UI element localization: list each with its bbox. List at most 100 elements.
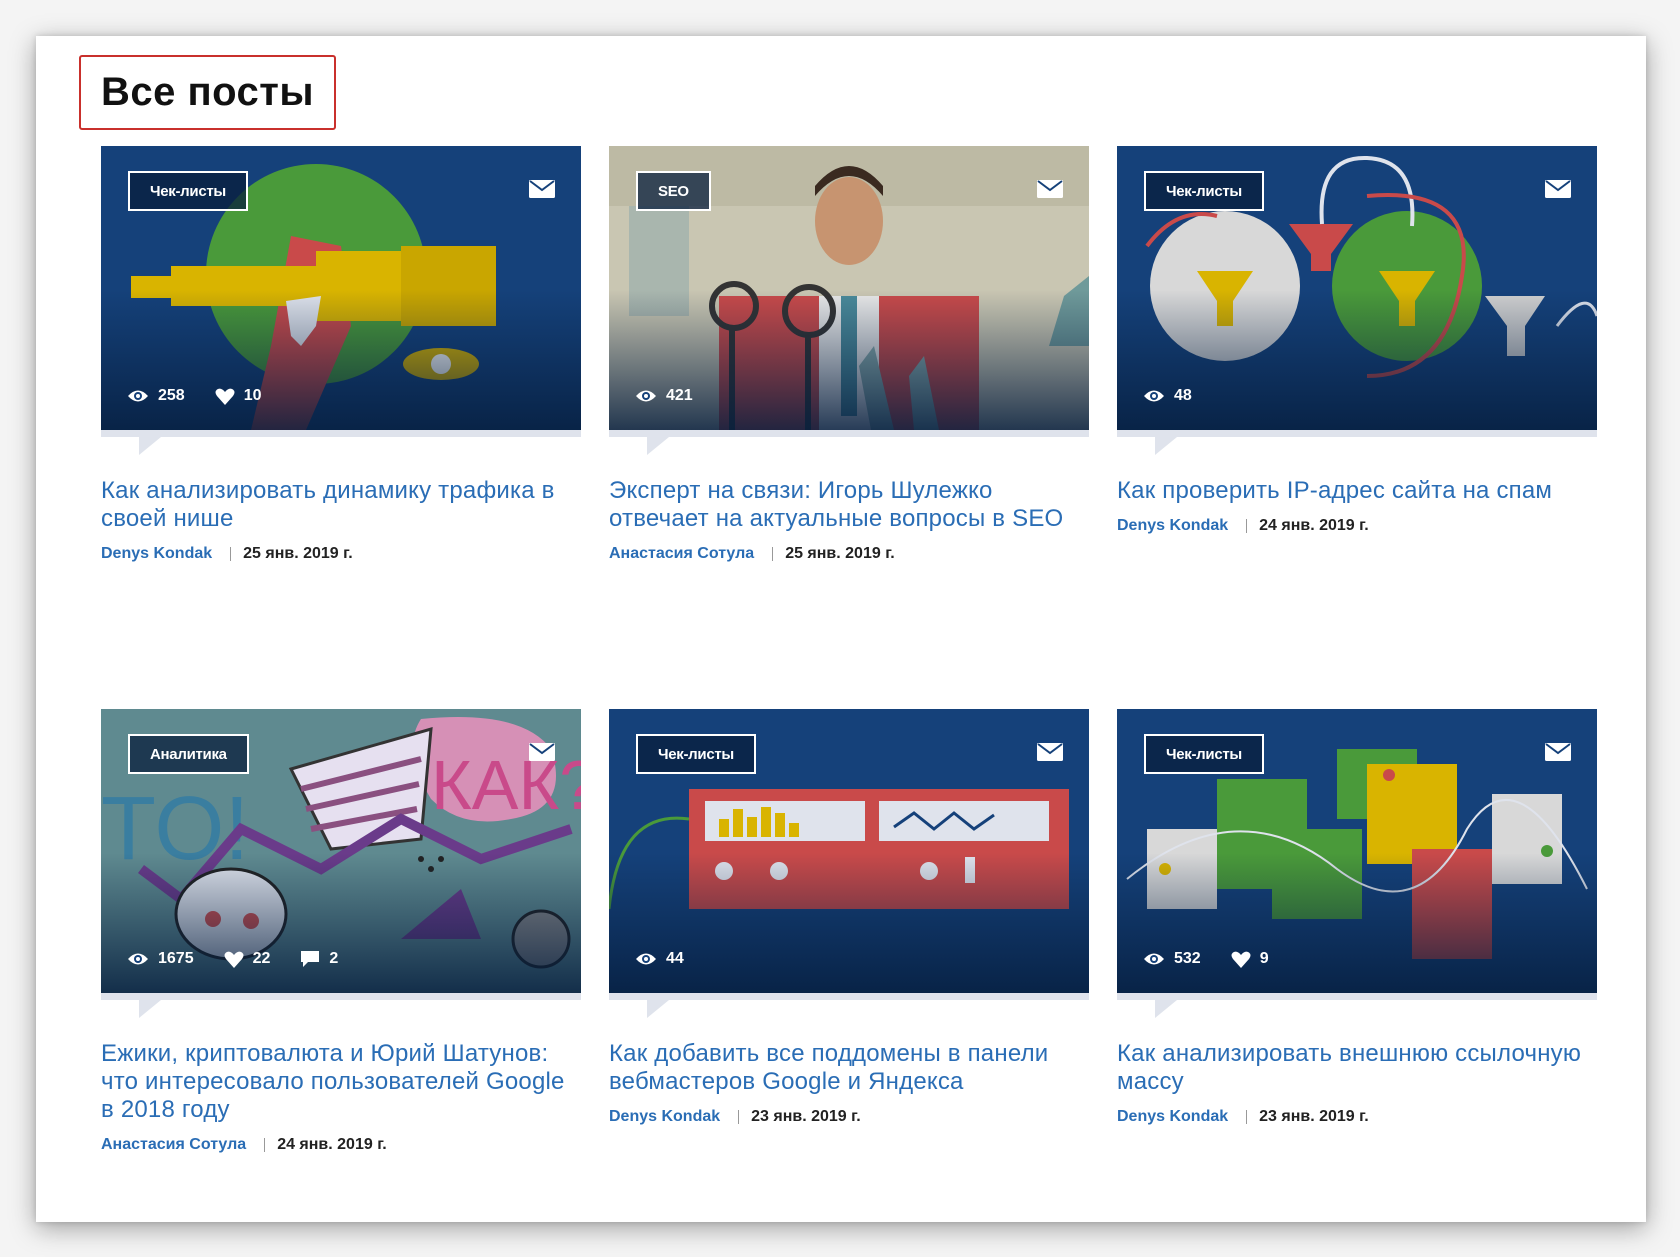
likes-stat: 22	[224, 950, 271, 968]
meta-separator	[738, 1110, 740, 1124]
meta-separator	[772, 547, 774, 561]
eye-icon	[1143, 389, 1165, 403]
author-link[interactable]: Denys Kondak	[1117, 517, 1228, 535]
mail-icon[interactable]	[1037, 180, 1063, 198]
post-thumbnail[interactable]: TO! КАК? Аналитика 1675222	[101, 709, 581, 993]
post-card[interactable]: SEO 421 Эксперт на связи: Игорь Шулежко …	[609, 146, 1089, 563]
author-link[interactable]: Анастасия Сотула	[609, 545, 754, 563]
comments-count: 2	[329, 950, 339, 967]
likes-count: 10	[243, 387, 262, 404]
views-count: 532	[1174, 950, 1201, 967]
post-meta: Анастасия Сотула 24 янв. 2019 г.	[101, 1136, 581, 1154]
likes-stat: 10	[215, 387, 262, 405]
post-date: 25 янв. 2019 г.	[785, 545, 895, 562]
mail-icon[interactable]	[1037, 743, 1063, 761]
thumbnail-shade	[1117, 290, 1597, 430]
thumbnail-shade	[101, 853, 581, 993]
author-link[interactable]: Denys Kondak	[609, 1108, 720, 1126]
eye-icon	[635, 952, 657, 966]
card-notch	[139, 1000, 161, 1018]
post-thumbnail[interactable]: Чек-листы 44	[609, 709, 1089, 993]
card-notch	[647, 437, 669, 455]
post-title-link[interactable]: Ежики, криптовалюта и Юрий Шатунов: что …	[101, 1040, 581, 1124]
post-card[interactable]: TO! КАК? Аналитика 1675222 Ежики, крипто…	[101, 709, 581, 1154]
author-link[interactable]: Denys Kondak	[1117, 1108, 1228, 1126]
post-card[interactable]: Чек-листы 44 Как добавить все поддомены …	[609, 709, 1089, 1126]
category-tag[interactable]: Аналитика	[128, 734, 249, 774]
category-tag[interactable]: SEO	[636, 171, 711, 211]
meta-separator	[264, 1138, 266, 1152]
post-title-link[interactable]: Как проверить IP-адрес сайта на спам	[1117, 477, 1597, 505]
views-count: 44	[666, 950, 684, 967]
post-title-link[interactable]: Как добавить все поддомены в панели вебм…	[609, 1040, 1089, 1096]
post-stats: 532 9	[1143, 950, 1269, 968]
post-date: 25 янв. 2019 г.	[243, 545, 353, 562]
post-stats: 48	[1143, 387, 1192, 405]
post-stats: 421	[635, 387, 693, 405]
post-meta: Denys Kondak 23 янв. 2019 г.	[609, 1108, 1089, 1126]
category-tag[interactable]: Чек-листы	[636, 734, 756, 774]
page-title-box: Все посты	[79, 55, 336, 130]
meta-separator	[1246, 1110, 1248, 1124]
views-count: 421	[666, 387, 693, 404]
post-thumbnail[interactable]: Чек-листы 48	[1117, 146, 1597, 430]
post-stats: 44	[635, 950, 684, 968]
card-strip	[1117, 430, 1597, 455]
views-stat: 48	[1143, 387, 1192, 405]
heart-icon	[1231, 951, 1251, 968]
views-stat: 44	[635, 950, 684, 968]
post-meta: Denys Kondak 24 янв. 2019 г.	[1117, 517, 1597, 535]
views-count: 48	[1174, 387, 1192, 404]
card-notch	[1155, 437, 1177, 455]
heart-icon	[215, 388, 235, 405]
post-date: 23 янв. 2019 г.	[1259, 1108, 1369, 1125]
card-strip	[1117, 993, 1597, 1018]
views-stat: 258	[127, 387, 185, 405]
post-thumbnail[interactable]: SEO 421	[609, 146, 1089, 430]
post-title-link[interactable]: Как анализировать динамику трафика в сво…	[101, 477, 581, 533]
views-stat: 1675	[127, 950, 194, 968]
author-link[interactable]: Анастасия Сотула	[101, 1136, 246, 1154]
post-card[interactable]: Чек-листы 532 9 Как анализировать внешнюю…	[1117, 709, 1597, 1126]
views-count: 1675	[158, 950, 194, 967]
eye-icon	[1143, 952, 1165, 966]
meta-separator	[230, 547, 232, 561]
comment-icon	[300, 950, 320, 968]
eye-icon	[127, 952, 149, 966]
svg-text:КАК?: КАК?	[431, 746, 581, 824]
views-stat: 421	[635, 387, 693, 405]
post-card[interactable]: Чек-листы 258 10 Как анализировать динами…	[101, 146, 581, 563]
thumbnail-shade	[609, 290, 1089, 430]
thumbnail-shade	[609, 853, 1089, 993]
likes-count: 22	[252, 950, 271, 967]
post-date: 24 янв. 2019 г.	[1259, 517, 1369, 534]
mail-icon[interactable]	[529, 743, 555, 761]
mail-icon[interactable]	[1545, 180, 1571, 198]
post-stats: 1675 22 2	[127, 950, 338, 968]
mail-icon[interactable]	[1545, 743, 1571, 761]
post-date: 23 янв. 2019 г.	[751, 1108, 861, 1125]
category-tag[interactable]: Чек-листы	[1144, 171, 1264, 211]
posts-panel: Все посты Чек-листы 258 10 Как анализиров…	[36, 36, 1646, 1222]
comments-stat: 2	[300, 950, 338, 968]
likes-count: 9	[1259, 950, 1269, 967]
post-title-link[interactable]: Эксперт на связи: Игорь Шулежко отвечает…	[609, 477, 1089, 533]
post-title-link[interactable]: Как анализировать внешнюю ссылочную масс…	[1117, 1040, 1597, 1096]
author-link[interactable]: Denys Kondak	[101, 545, 212, 563]
post-card[interactable]: Чек-листы 48 Как проверить IP-адрес сайт…	[1117, 146, 1597, 535]
eye-icon	[127, 389, 149, 403]
views-stat: 532	[1143, 950, 1201, 968]
category-tag[interactable]: Чек-листы	[128, 171, 248, 211]
thumbnail-shade	[101, 290, 581, 430]
post-thumbnail[interactable]: Чек-листы 258 10	[101, 146, 581, 430]
category-tag[interactable]: Чек-листы	[1144, 734, 1264, 774]
card-strip	[609, 430, 1089, 455]
post-stats: 258 10	[127, 387, 262, 405]
post-date: 24 янв. 2019 г.	[277, 1136, 387, 1153]
mail-icon[interactable]	[529, 180, 555, 198]
card-strip	[609, 993, 1089, 1018]
heart-icon	[224, 951, 244, 968]
card-notch	[139, 437, 161, 455]
post-thumbnail[interactable]: Чек-листы 532 9	[1117, 709, 1597, 993]
meta-separator	[1246, 519, 1248, 533]
